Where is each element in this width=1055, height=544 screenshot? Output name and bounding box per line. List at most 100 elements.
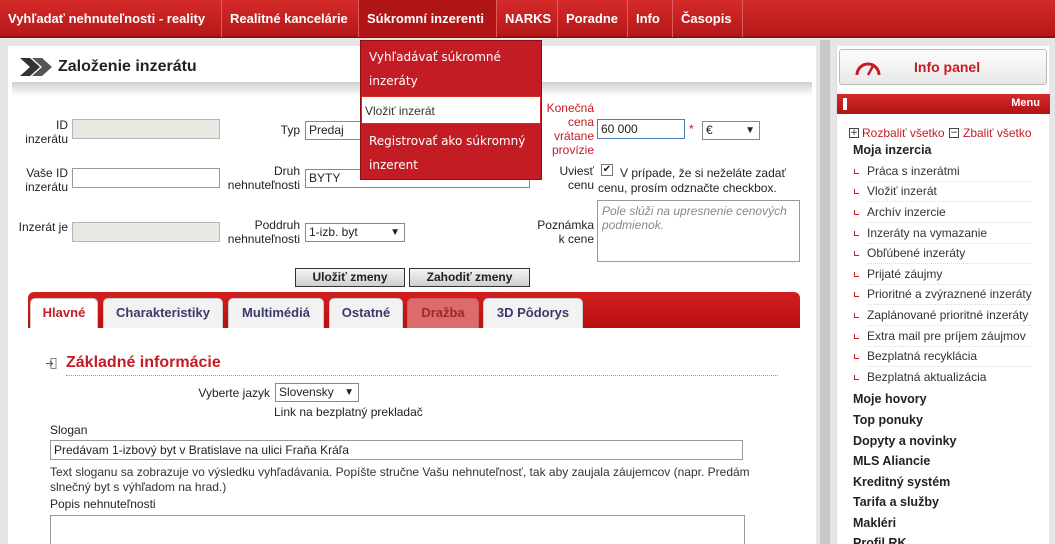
- plus-box-icon: +: [849, 128, 859, 138]
- chevron-down-icon: ▼: [745, 125, 755, 136]
- menu-extra-mail[interactable]: Extra mail pre príjem záujmov: [854, 329, 1026, 344]
- menu-tariff-services[interactable]: Tarifa a služby: [853, 495, 939, 510]
- menu-ad-work[interactable]: Práca s inzerátmi: [854, 164, 960, 179]
- menu-top-offers[interactable]: Top ponuky: [853, 413, 923, 428]
- expand-all-link[interactable]: Rozbaliť všetko: [862, 126, 945, 141]
- minus-box-icon: −: [949, 128, 959, 138]
- chevron-down-icon: ▼: [344, 387, 354, 398]
- desc-label: Popis nehnuteľnosti: [50, 497, 156, 511]
- scrollbar[interactable]: [820, 40, 830, 544]
- subkind-label: Poddruh nehnuteľnosti: [227, 218, 300, 246]
- id-field: [72, 119, 220, 139]
- private-advertisers-dropdown: Vyhľadávať súkromné inzeráty Vložiť inze…: [360, 40, 542, 180]
- chevron-down-icon: ▼: [390, 227, 400, 238]
- menu-free-recycle[interactable]: Bezplatná recyklácia: [853, 349, 977, 364]
- currency-select[interactable]: € ▼: [702, 121, 760, 140]
- section-arrow-icon: [46, 358, 57, 369]
- tab-main[interactable]: Hlavné: [30, 298, 98, 328]
- menu-credit-system[interactable]: Kreditný systém: [853, 475, 950, 490]
- menu-received-interest[interactable]: Prijaté záujmy: [853, 267, 942, 282]
- type-label: Typ: [280, 123, 300, 137]
- your-id-label: Vaše ID inzerátu: [25, 166, 68, 194]
- menu-demands-news[interactable]: Dopyty a novinky: [853, 434, 957, 449]
- nav-advice[interactable]: Poradne: [558, 0, 628, 37]
- basic-info-heading: Základné informácie: [66, 354, 221, 371]
- translator-link[interactable]: Link na bezplatný prekladač: [274, 405, 423, 420]
- tab-bar: Hlavné Charakteristiky Multimédiá Ostatn…: [28, 292, 800, 328]
- menu-separator: [867, 284, 1032, 285]
- menu-separator: [867, 201, 1032, 202]
- tab-auction[interactable]: Dražba: [407, 298, 479, 328]
- required-mark: *: [689, 122, 694, 136]
- ad-is-field: [72, 222, 220, 242]
- menu-bar: Menu: [837, 94, 1050, 114]
- right-sidebar: Info panel Menu + Rozbaliť všetko − Zbal…: [836, 46, 1050, 544]
- kind-value: BYTY: [309, 171, 341, 185]
- nav-info[interactable]: Info: [628, 0, 673, 37]
- lang-value: Slovensky: [279, 385, 334, 399]
- nav-agencies[interactable]: Realitné kancelárie: [222, 0, 359, 37]
- menu-separator: [867, 346, 1032, 347]
- price-note-textarea[interactable]: Pole slúži na upresnenie cenových podmie…: [597, 200, 800, 262]
- menu-agency-profile[interactable]: Profil RK: [853, 536, 906, 544]
- menu-my-calls[interactable]: Moje hovory: [853, 392, 927, 407]
- top-navigation: Vyhľadať nehnuteľnosti - reality Realitn…: [0, 0, 1055, 38]
- tab-3d-floorplan[interactable]: 3D Pôdorys: [483, 298, 583, 328]
- menu-mls-alliance[interactable]: MLS Aliancie: [853, 454, 930, 469]
- dropdown-search-private[interactable]: Vyhľadávať súkromné inzeráty: [361, 45, 541, 93]
- speedometer-icon: [855, 62, 881, 76]
- menu-separator: [867, 181, 1032, 182]
- desc-textarea[interactable]: [50, 515, 745, 544]
- slogan-input[interactable]: Predávam 1-izbový byt v Bratislave na ul…: [50, 440, 743, 460]
- your-id-field[interactable]: [72, 168, 220, 188]
- menu-marker-icon: [843, 98, 847, 110]
- info-panel-title: Info panel: [914, 59, 981, 75]
- info-panel-button[interactable]: Info panel: [839, 49, 1047, 85]
- dropdown-register-private[interactable]: Registrovať ako súkromný inzerent: [361, 129, 541, 177]
- menu-archive[interactable]: Archív inzercie: [854, 205, 946, 220]
- page-title: Založenie inzerátu: [58, 58, 197, 75]
- collapse-all-link[interactable]: Zbaliť všetko: [963, 126, 1032, 141]
- kind-label: Druh nehnuteľnosti: [227, 164, 300, 192]
- show-price-hint: V prípade, že si neželáte zadať cenu, pr…: [598, 166, 786, 195]
- menu-my-ads[interactable]: Moja inzercia: [853, 143, 932, 158]
- menu-separator: [867, 325, 1032, 326]
- type-value: Predaj: [309, 123, 344, 137]
- currency-value: €: [706, 123, 713, 137]
- nav-private-advertisers[interactable]: Súkromní inzerenti: [359, 0, 497, 37]
- double-chevron-right-icon: [20, 58, 52, 76]
- slogan-help: Text sloganu sa zobrazuje vo výsledku vy…: [50, 465, 750, 494]
- tab-characteristics[interactable]: Charakteristiky: [103, 298, 223, 328]
- save-button[interactable]: Uložiť zmeny: [295, 268, 405, 287]
- final-price-label: Konečná cena vrátane provízie: [546, 101, 594, 157]
- menu-separator: [867, 222, 1032, 223]
- subkind-value: 1-izb. byt: [309, 225, 358, 239]
- menu-separator: [867, 366, 1032, 367]
- menu-brokers[interactable]: Makléri: [853, 516, 896, 531]
- id-label: ID inzerátu: [25, 118, 68, 146]
- menu-favorites[interactable]: Obľúbené inzeráty: [853, 246, 965, 261]
- show-price-label: Uviesť cenu: [559, 164, 594, 192]
- nav-narks[interactable]: NARKS: [497, 0, 558, 37]
- dropdown-insert-ad[interactable]: Vložiť inzerát: [361, 96, 541, 124]
- menu-insert-ad[interactable]: Vložiť inzerát: [854, 184, 937, 199]
- menu-scheduled-priority[interactable]: Zaplánované prioritné inzeráty: [853, 308, 1028, 323]
- nav-magazine[interactable]: Časopis: [673, 0, 743, 37]
- menu-free-update[interactable]: Bezplatná aktualizácia: [853, 370, 986, 385]
- slogan-label: Slogan: [50, 423, 88, 437]
- menu-priority-ads[interactable]: Prioritné a zvýraznené inzeráty: [854, 287, 1032, 302]
- lang-select[interactable]: Slovensky ▼: [275, 383, 359, 402]
- discard-button[interactable]: Zahodiť zmeny: [409, 268, 530, 287]
- menu-separator: [867, 243, 1032, 244]
- subkind-select[interactable]: 1-izb. byt ▼: [305, 223, 405, 242]
- price-note-label: Poznámka k cene: [537, 218, 594, 246]
- menu-to-delete[interactable]: Inzeráty na vymazanie: [853, 226, 987, 241]
- price-input[interactable]: 60 000: [597, 119, 685, 139]
- tab-multimedia[interactable]: Multimédiá: [228, 298, 324, 328]
- tab-other[interactable]: Ostatné: [329, 298, 403, 328]
- type-select[interactable]: Predaj: [305, 121, 365, 140]
- nav-search-realty[interactable]: Vyhľadať nehnuteľnosti - reality: [0, 0, 222, 37]
- section-divider: [66, 375, 778, 376]
- ad-is-label: Inzerát je: [18, 220, 68, 234]
- lang-label: Vyberte jazyk: [198, 386, 270, 400]
